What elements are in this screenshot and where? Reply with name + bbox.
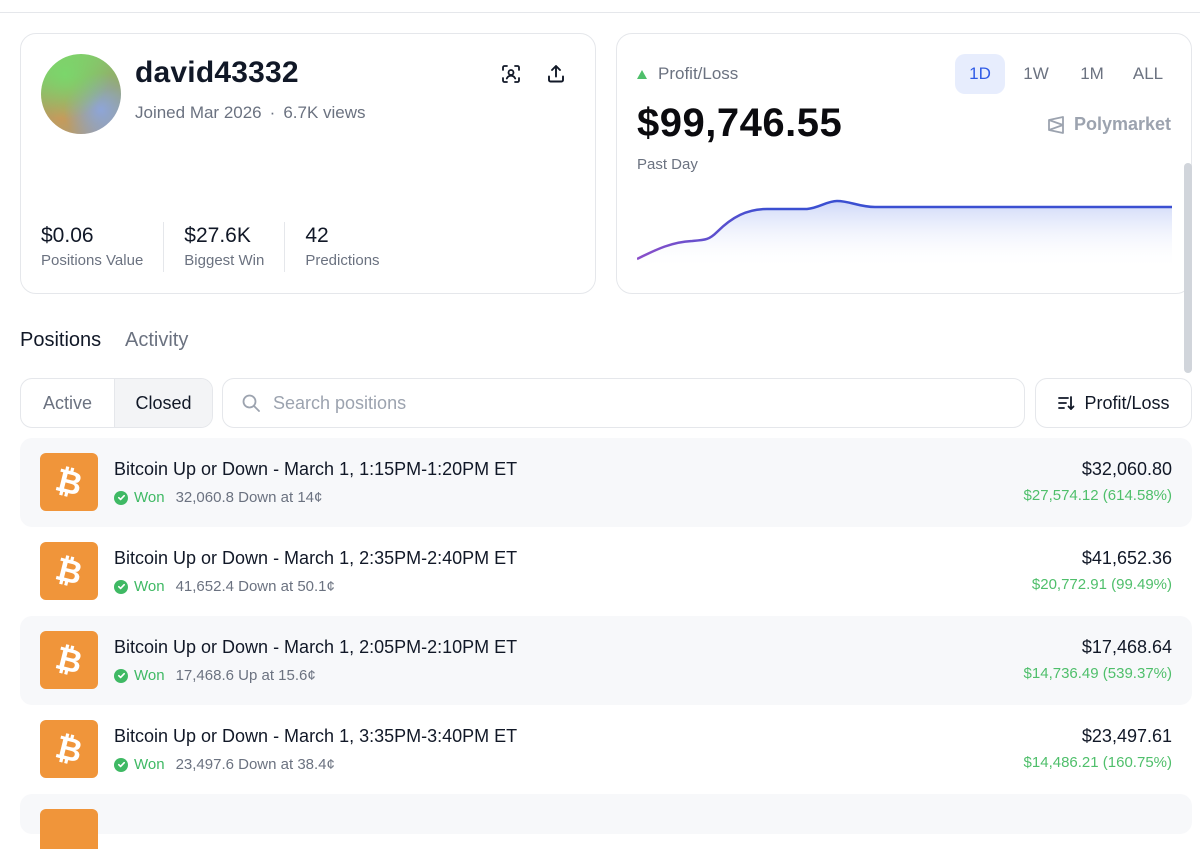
stat-value: $0.06 [41,224,94,247]
scrollbar[interactable] [1184,163,1192,373]
scan-button[interactable] [499,62,523,86]
tab-activity[interactable]: Activity [125,329,188,352]
position-status: Won [134,578,165,595]
pnl-header: Profit/Loss [637,64,738,84]
stat-label: Positions Value [41,252,144,269]
bitcoin-icon: ₿ [40,542,98,600]
stat-biggest-win: $27.6K Biggest Win [163,222,284,272]
top-divider [0,12,1200,13]
bitcoin-icon: ₿ [40,631,98,689]
position-subline: Won 32,060.8 Down at 14¢ [114,489,322,506]
stat-label: Predictions [305,252,380,269]
scan-icon [502,65,520,83]
range-tab-1d[interactable]: 1D [955,54,1005,94]
search-input[interactable] [273,392,973,414]
position-subline: Won 17,468.6 Up at 15.6¢ [114,667,316,684]
search-box[interactable] [222,378,1025,428]
pnl-period: Past Day [637,156,698,173]
check-circle-icon [114,668,128,683]
position-value: $17,468.64 [1081,637,1172,657]
bitcoin-icon: ₿ [40,720,98,778]
position-pnl: $20,772.91 (99.49%) [1031,576,1172,593]
position-status: Won [134,667,165,684]
share-icon [548,65,564,83]
position-detail: 32,060.8 Down at 14¢ [175,489,323,506]
filter-active-button[interactable]: Active [21,379,114,427]
range-tab-all[interactable]: ALL [1123,54,1173,94]
share-button[interactable] [544,62,568,86]
profile-meta: Joined Mar 2026 · 6.7K views [135,103,366,123]
filter-closed-button[interactable]: Closed [114,379,212,427]
polymarket-brand: Polymarket [1046,114,1171,135]
sort-icon [1058,396,1075,410]
avatar[interactable] [41,54,121,134]
range-tab-1w[interactable]: 1W [1011,54,1061,94]
joined-date: Joined Mar 2026 [135,103,262,122]
stat-label: Biggest Win [184,252,265,269]
stat-value: $27.6K [184,224,251,247]
check-circle-icon [114,490,128,505]
position-subline: Won 41,652.4 Down at 50.1¢ [114,578,335,595]
position-row[interactable]: ₿ Bitcoin Up or Down - March 1, 2:05PM-2… [20,616,1192,705]
brand-name: Polymarket [1073,114,1171,134]
tab-positions[interactable]: Positions [20,329,101,352]
range-tab-1m[interactable]: 1M [1067,54,1117,94]
position-pnl: $14,736.49 (539.37%) [1023,665,1172,682]
position-title: Bitcoin Up or Down - March 1, 2:05PM-2:1… [114,637,518,657]
range-tabs: 1D 1W 1M ALL [955,54,1173,94]
position-title: Bitcoin Up or Down - March 1, 2:35PM-2:4… [114,548,518,568]
position-status: Won [134,489,165,506]
position-pnl: $27,574.12 (614.58%) [1023,487,1172,504]
position-row[interactable]: ₿ Bitcoin Up or Down - March 1, 2:35PM-2… [20,527,1192,616]
bitcoin-icon [40,809,98,849]
position-value: $23,497.61 [1081,726,1172,746]
up-triangle-icon [637,69,647,79]
meta-separator: · [269,103,276,122]
status-toggle: Active Closed [20,378,213,428]
pnl-card: Profit/Loss 1D 1W 1M ALL $99,746.55 Past… [616,33,1192,294]
position-title: Bitcoin Up or Down - March 1, 1:15PM-1:2… [114,459,518,479]
position-row[interactable]: ₿ Bitcoin Up or Down - March 1, 1:15PM-1… [20,438,1192,527]
pnl-label: Profit/Loss [658,64,739,83]
sort-button[interactable]: Profit/Loss [1035,378,1192,428]
username: david43332 [135,56,299,89]
position-title: Bitcoin Up or Down - March 1, 3:35PM-3:4… [114,726,518,746]
sparkline-area [637,201,1172,269]
check-circle-icon [114,757,128,772]
sort-label: Profit/Loss [1084,392,1170,413]
position-value: $32,060.80 [1081,459,1172,479]
position-detail: 23,497.6 Down at 38.4¢ [175,756,335,773]
search-icon [242,394,260,412]
position-row-partial[interactable] [20,794,1192,849]
pnl-sparkline [637,199,1172,269]
check-circle-icon [114,579,128,594]
stat-predictions: 42 Predictions [284,222,399,272]
position-subline: Won 23,497.6 Down at 38.4¢ [114,756,335,773]
stat-positions-value: $0.06 Positions Value [41,222,163,272]
positions-list: ₿ Bitcoin Up or Down - March 1, 1:15PM-1… [20,438,1192,849]
position-detail: 17,468.6 Up at 15.6¢ [175,667,316,684]
position-row[interactable]: ₿ Bitcoin Up or Down - March 1, 3:35PM-3… [20,705,1192,794]
position-status: Won [134,756,165,773]
position-detail: 41,652.4 Down at 50.1¢ [175,578,335,595]
position-pnl: $14,486.21 (160.75%) [1023,754,1172,771]
profile-card: david43332 Joined Mar 2026 · 6.7K views $0… [20,33,596,294]
view-count: 6.7K views [283,103,366,122]
position-value: $41,652.36 [1081,548,1172,568]
stat-value: 42 [305,224,329,247]
polymarket-logo-icon [1048,115,1064,134]
bitcoin-icon: ₿ [40,453,98,511]
pnl-amount: $99,746.55 [637,101,843,145]
profile-stats: $0.06 Positions Value $27.6K Biggest Win… [41,222,400,272]
